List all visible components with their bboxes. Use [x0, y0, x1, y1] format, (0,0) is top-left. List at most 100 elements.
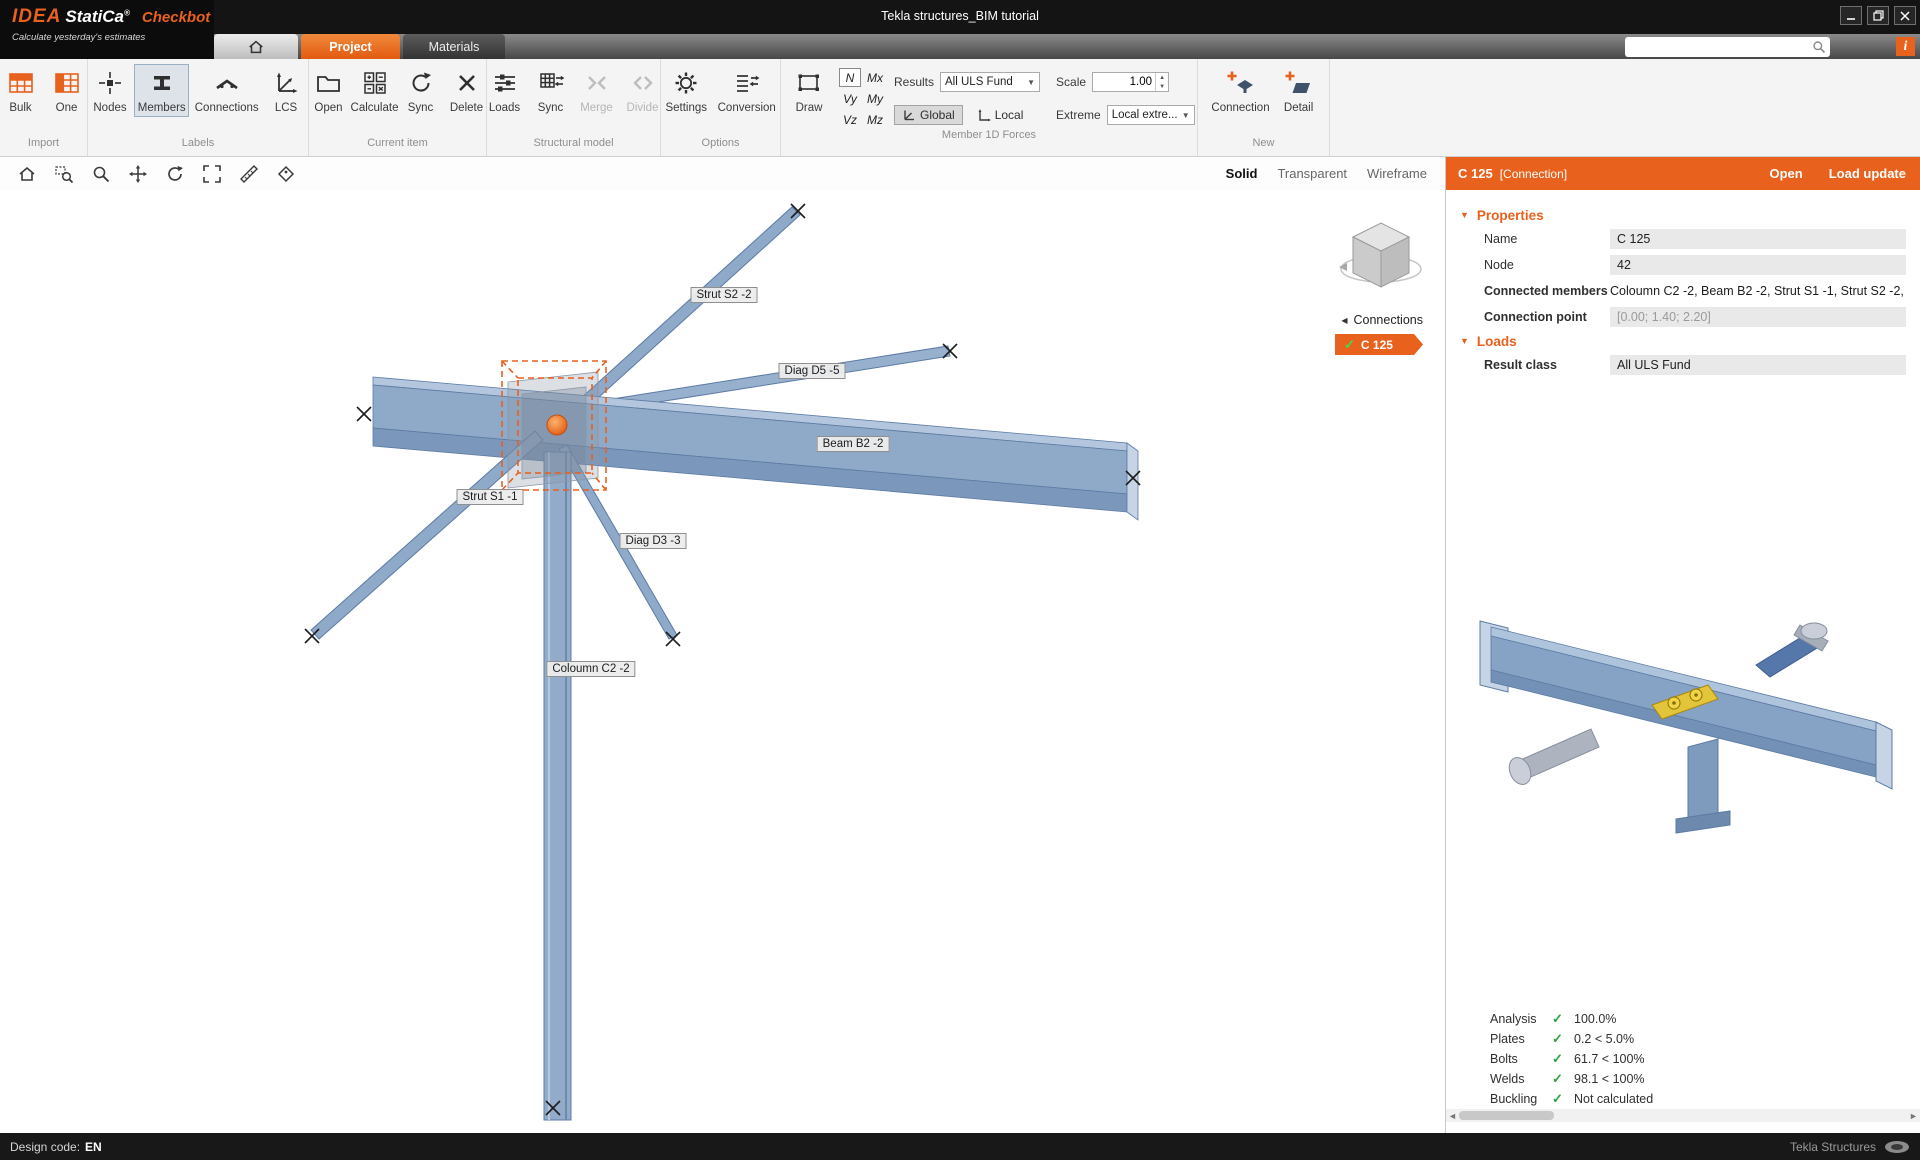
- panel-open-button[interactable]: Open: [1769, 166, 1802, 181]
- check-row-analysis: Analysis ✓ 100.0%: [1490, 1009, 1910, 1029]
- navigation-cube[interactable]: [1335, 211, 1427, 306]
- label-tag-button[interactable]: [271, 161, 301, 187]
- member-label-strut-s2[interactable]: Strut S2 -2: [691, 287, 758, 303]
- conversion-button[interactable]: Conversion: [713, 64, 780, 117]
- members-icon: [148, 69, 176, 97]
- chevron-down-icon: ▼: [1027, 78, 1035, 87]
- new-detail-button[interactable]: Detail: [1277, 64, 1321, 117]
- pan-button[interactable]: [123, 161, 153, 187]
- zoom-button[interactable]: [86, 161, 116, 187]
- member-label-diag-d5[interactable]: Diag D5 -5: [779, 363, 846, 379]
- loads-section-header[interactable]: ▼ Loads: [1446, 330, 1920, 352]
- mode-transparent[interactable]: Transparent: [1277, 166, 1347, 181]
- panel-header: C 125 [Connection] Open Load update: [1446, 157, 1920, 190]
- scale-stepper[interactable]: ▲▼: [1092, 72, 1169, 92]
- toggle-Vy[interactable]: Vy: [839, 89, 861, 108]
- home-icon: [247, 38, 265, 56]
- connection-preview[interactable]: [1456, 537, 1911, 907]
- toggle-Mz[interactable]: Mz: [864, 110, 886, 129]
- nodes-labels-button[interactable]: Nodes: [88, 64, 132, 117]
- result-class-field[interactable]: All ULS Fund: [1610, 355, 1906, 375]
- scale-spinner[interactable]: ▲▼: [1155, 73, 1168, 91]
- view-home-button[interactable]: [12, 161, 42, 187]
- one-import-button[interactable]: One: [45, 64, 89, 117]
- name-field[interactable]: C 125: [1610, 229, 1906, 249]
- connections-tree-header[interactable]: ◀ Connections: [1341, 313, 1423, 327]
- scene-svg[interactable]: [0, 190, 1445, 1133]
- loads-button[interactable]: Loads: [483, 64, 527, 117]
- extreme-label: Extreme: [1056, 108, 1101, 122]
- section-collapse-icon: ▼: [1460, 210, 1469, 220]
- mode-wireframe[interactable]: Wireframe: [1367, 166, 1427, 181]
- toggle-N[interactable]: N: [839, 68, 861, 87]
- new-connection-button[interactable]: Connection: [1206, 64, 1274, 117]
- sync-model-button[interactable]: Sync: [529, 64, 573, 117]
- tab-materials[interactable]: Materials: [403, 34, 505, 59]
- calculate-button[interactable]: Calculate: [353, 64, 397, 117]
- open-folder-icon: [315, 69, 343, 97]
- member-label-column-c2[interactable]: Coloumn C2 -2: [546, 661, 635, 677]
- scale-input[interactable]: [1093, 73, 1155, 91]
- zoom-icon: [91, 164, 111, 184]
- global-axes-icon: [902, 108, 916, 122]
- panel-horizontal-scrollbar[interactable]: ◄ ►: [1446, 1109, 1920, 1122]
- property-row-name: Name C 125: [1446, 226, 1920, 252]
- 3d-viewport[interactable]: Strut S2 -2 Diag D5 -5 Beam B2 -2 Strut …: [0, 190, 1445, 1133]
- results-dropdown[interactable]: All ULS Fund ▼: [940, 72, 1040, 92]
- divide-button[interactable]: Divide: [621, 64, 665, 117]
- draw-icon: [795, 69, 823, 97]
- scroll-left-icon[interactable]: ◄: [1446, 1111, 1459, 1121]
- connections-labels-button[interactable]: Connections: [191, 64, 262, 117]
- scale-label: Scale: [1056, 75, 1086, 89]
- local-axes-button[interactable]: Local: [969, 105, 1032, 125]
- info-button[interactable]: i: [1896, 37, 1915, 56]
- search-input[interactable]: [1625, 37, 1807, 55]
- logo-tagline: Calculate yesterday's estimates: [12, 32, 214, 43]
- global-axes-button[interactable]: Global: [894, 105, 963, 125]
- bulk-import-button[interactable]: Bulk: [0, 64, 43, 117]
- open-button[interactable]: Open: [307, 64, 351, 117]
- close-button[interactable]: [1894, 6, 1916, 25]
- group-caption-member-forces: Member 1D Forces: [781, 129, 1197, 148]
- toggle-My[interactable]: My: [864, 89, 886, 108]
- mode-solid[interactable]: Solid: [1226, 166, 1258, 181]
- search-box[interactable]: [1625, 37, 1830, 57]
- member-label-beam-b2[interactable]: Beam B2 -2: [817, 436, 890, 452]
- lcs-labels-button[interactable]: LCS: [264, 64, 308, 117]
- zoom-window-button[interactable]: [49, 161, 79, 187]
- tree-item-c125[interactable]: ✓ C 125: [1335, 334, 1423, 355]
- minimize-icon: [1846, 11, 1856, 21]
- scroll-right-icon[interactable]: ►: [1907, 1111, 1920, 1121]
- panel-title-type: [Connection]: [1500, 167, 1567, 181]
- tab-home[interactable]: [214, 34, 298, 59]
- member-label-strut-s1[interactable]: Strut S1 -1: [457, 489, 524, 505]
- lcs-icon: [272, 69, 300, 97]
- minimize-button[interactable]: [1840, 6, 1862, 25]
- settings-button[interactable]: Settings: [661, 64, 711, 117]
- maximize-button[interactable]: [1867, 6, 1889, 25]
- members-labels-button[interactable]: Members: [134, 64, 189, 117]
- merge-button[interactable]: Merge: [575, 64, 619, 117]
- rotate-view-button[interactable]: [160, 161, 190, 187]
- bulk-import-icon: [7, 69, 35, 97]
- properties-section-header[interactable]: ▼ Properties: [1446, 204, 1920, 226]
- extreme-dropdown[interactable]: Local extre... ▼: [1107, 105, 1195, 125]
- member-label-diag-d3[interactable]: Diag D3 -3: [620, 533, 687, 549]
- check-row-bolts: Bolts ✓ 61.7 < 100%: [1490, 1049, 1910, 1069]
- chevron-down-icon: ▼: [1182, 111, 1190, 120]
- measure-button[interactable]: [234, 161, 264, 187]
- toggle-Vz[interactable]: Vz: [839, 110, 861, 129]
- member-column-c2[interactable]: [544, 452, 571, 1120]
- divide-icon: [629, 69, 657, 97]
- draw-forces-button[interactable]: Draw: [787, 64, 831, 129]
- node-field[interactable]: 42: [1610, 255, 1906, 275]
- fit-view-button[interactable]: [197, 161, 227, 187]
- joint-node-sphere[interactable]: [547, 415, 567, 435]
- sync-model-icon: [537, 69, 565, 97]
- toggle-Mx[interactable]: Mx: [864, 68, 886, 87]
- check-icon: ✓: [1552, 1071, 1574, 1087]
- scrollbar-thumb[interactable]: [1459, 1111, 1554, 1120]
- tab-project[interactable]: Project: [301, 34, 400, 59]
- panel-load-update-button[interactable]: Load update: [1829, 166, 1906, 181]
- sync-current-button[interactable]: Sync: [399, 64, 443, 117]
